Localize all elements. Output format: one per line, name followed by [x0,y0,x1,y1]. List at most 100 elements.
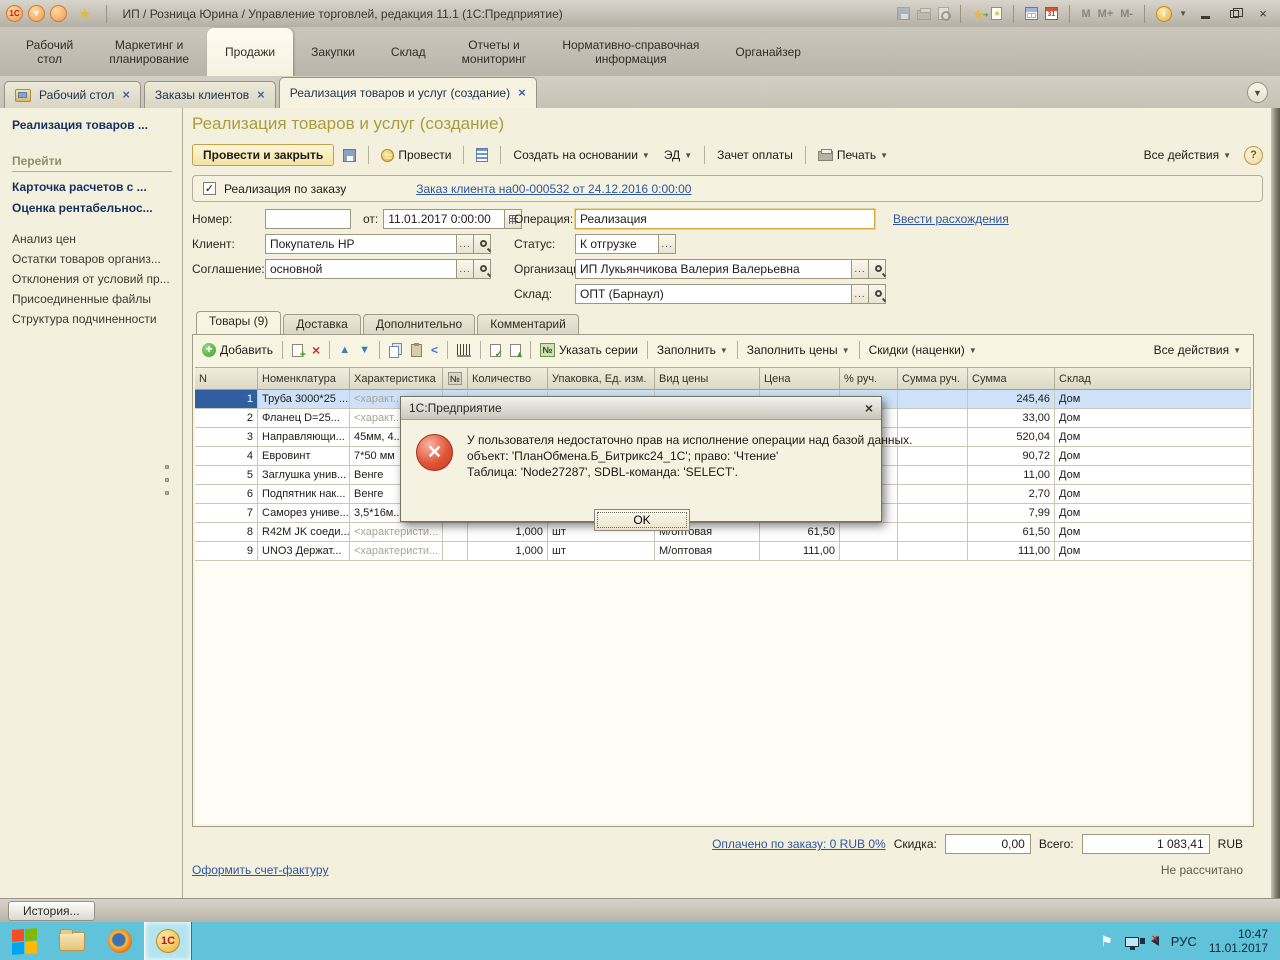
post-button[interactable]: Провести [376,146,456,164]
info-icon[interactable]: i [1156,6,1172,22]
dialog-ok-button[interactable]: OK [594,509,690,531]
print-button[interactable]: Печать▼ [813,146,893,164]
payment-offset-button[interactable]: Зачет оплаты [712,146,798,164]
fill-button[interactable]: Заполнить▼ [654,341,731,359]
order-checkbox[interactable] [203,182,216,195]
create-based-on-button[interactable]: Создать на основании▼ [508,146,654,164]
status-select-button[interactable]: ... [659,234,676,254]
save-button[interactable] [338,147,361,164]
check-list-button[interactable] [487,342,504,359]
client-search-button[interactable] [474,234,491,254]
sidebar-link-2[interactable]: Остатки товаров организ... [12,252,176,266]
all-actions-button[interactable]: Все действия▼ [1139,146,1236,164]
sort-button[interactable]: < [428,341,441,359]
dialog-close-button[interactable]: × [865,400,873,416]
menu-section-6[interactable]: Отчеты и мониторинг [444,28,545,76]
client-field[interactable]: Покупатель НР [265,234,457,254]
total-field[interactable]: 1 083,41 [1082,834,1210,854]
discounts-button[interactable]: Скидки (наценки)▼ [866,341,980,359]
tab-close-icon[interactable]: × [257,89,265,101]
copy-button[interactable] [386,341,405,360]
window-tab-2[interactable]: Заказы клиентов× [144,81,276,108]
app-menu-button[interactable]: 1С [6,5,23,22]
client-select-button[interactable]: ... [457,234,474,254]
status-field[interactable]: К отгрузке [575,234,659,254]
operation-field[interactable]: Реализация [575,209,875,229]
start-button[interactable] [0,922,48,960]
volume-muted-icon[interactable] [1151,936,1159,946]
paid-by-order-link[interactable]: Оплачено по заказу: 0 RUB 0% [712,837,886,851]
order-link[interactable]: Заказ клиента на00-000532 от 24.12.2016 … [416,182,691,196]
history-button[interactable]: История... [8,901,95,921]
menu-section-1[interactable]: Рабочий стол [8,28,91,76]
paste-button[interactable] [408,342,425,359]
sidebar-link-3[interactable]: Отклонения от условий пр... [12,272,176,286]
load-button[interactable] [507,342,524,359]
menu-section-8[interactable]: Органайзер [717,28,819,76]
tab-list-button[interactable]: ▼ [1247,82,1268,103]
agreement-search-button[interactable] [474,259,491,279]
ed-button[interactable]: ЭД▼ [659,146,697,164]
move-down-button[interactable]: ▼ [356,342,373,358]
date-field[interactable]: 11.01.2017 0:00:00 [383,209,505,229]
barcode-button[interactable] [454,342,474,359]
sidebar-bold-link-2[interactable]: Оценка рентабельнос... [12,201,176,215]
menu-section-4[interactable]: Закупки [293,28,373,76]
dropdown-menu-button[interactable]: ▼ [28,5,45,22]
agreement-select-button[interactable]: ... [457,259,474,279]
number-field[interactable] [265,209,351,229]
close-button[interactable]: × [1252,5,1274,22]
sidebar-link-5[interactable]: Структура подчиненности [12,312,176,326]
firefox-task-button[interactable] [96,922,144,960]
table-row[interactable]: 9UNO3 Держат...<характеристи...1,000штМ/… [195,542,1251,561]
organization-field[interactable]: ИП Лукьянчикова Валерия Валерьевна [575,259,852,279]
invoice-link[interactable]: Оформить счет-фактуру [192,863,328,877]
onec-task-button[interactable]: 1С [144,922,192,960]
favorites-star-icon[interactable]: ★ [78,5,91,23]
organization-select-button[interactable]: ... [852,259,869,279]
detail-tab-3[interactable]: Дополнительно [363,314,475,334]
specify-series-button[interactable]: №Указать серии [537,341,641,359]
delete-row-button[interactable]: × [309,341,323,359]
help-button[interactable]: ? [1244,146,1263,165]
menu-section-2[interactable]: Маркетинг и планирование [91,28,207,76]
movements-button[interactable] [471,146,493,164]
favorites-go-icon[interactable]: ★ [972,7,985,21]
add-favorite-icon[interactable] [991,7,1002,20]
table-all-actions-button[interactable]: Все действия▼ [1151,341,1247,359]
window-tab-1[interactable]: Рабочий стол× [4,81,141,108]
tab-close-icon[interactable]: × [518,87,526,99]
warehouse-select-button[interactable]: ... [852,284,869,304]
calculator-icon[interactable] [1025,7,1038,20]
splitter-handle[interactable] [165,465,170,495]
copy-row-button[interactable] [289,342,306,359]
sidebar-link-4[interactable]: Присоединенные файлы [12,292,176,306]
chevron-down-icon[interactable]: ▼ [1179,9,1187,18]
menu-section-7[interactable]: Нормативно-справочная информация [544,28,717,76]
sidebar-bold-link-1[interactable]: Карточка расчетов с ... [12,180,176,194]
discount-field[interactable]: 0,00 [945,834,1031,854]
menu-section-5[interactable]: Склад [373,28,444,76]
detail-tab-4[interactable]: Комментарий [477,314,579,334]
organization-search-button[interactable] [869,259,886,279]
sidebar-link-1[interactable]: Анализ цен [12,232,176,246]
minimize-button[interactable] [1194,5,1216,22]
table-row[interactable]: 8R42M JK соеди...<характеристи...1,000шт… [195,523,1251,542]
detail-tab-1[interactable]: Товары (9) [196,311,281,334]
language-indicator[interactable]: РУС [1171,934,1197,949]
tab-close-icon[interactable]: × [122,89,130,101]
clock[interactable]: 10:47 11.01.2017 [1209,927,1268,955]
action-center-flag-icon[interactable]: ⚑ [1100,933,1113,950]
warehouse-search-button[interactable] [869,284,886,304]
add-row-button[interactable]: +Добавить [199,341,276,359]
menu-section-3[interactable]: Продажи [207,28,293,76]
sidebar-current-link[interactable]: Реализация товаров ... [12,118,176,132]
calendar-icon[interactable] [1045,7,1058,20]
fill-prices-button[interactable]: Заполнить цены▼ [744,341,853,359]
restore-button[interactable] [1223,5,1245,22]
warehouse-field[interactable]: ОПТ (Барнаул) [575,284,852,304]
explorer-task-button[interactable] [48,922,96,960]
discrepancy-link[interactable]: Ввести расхождения [893,212,1009,226]
agreement-field[interactable]: основной [265,259,457,279]
post-and-close-button[interactable]: Провести и закрыть [192,144,334,166]
